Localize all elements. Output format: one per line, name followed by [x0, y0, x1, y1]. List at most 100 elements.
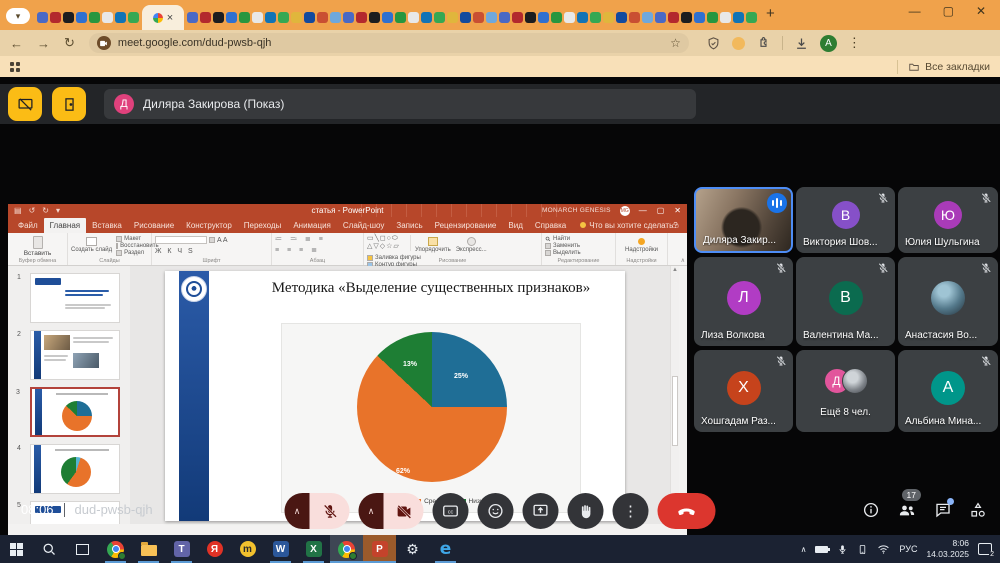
apps-grid-icon[interactable] — [10, 62, 20, 72]
comments-icon[interactable]: ▭ — [671, 221, 679, 230]
redo-icon[interactable]: ↻ — [42, 206, 49, 215]
ppt-tab-6[interactable]: Переходы — [238, 218, 288, 233]
taskbar-task-view-icon[interactable] — [66, 535, 99, 563]
quick-styles-button[interactable]: Экспресс... — [456, 235, 487, 253]
mic-muted-button[interactable] — [310, 493, 350, 529]
slide-thumbnail-3-selected[interactable]: 3 — [30, 387, 120, 437]
collapse-ribbon-icon[interactable]: ∧ — [681, 257, 685, 264]
ppt-tab-2[interactable]: Главная — [44, 218, 86, 233]
ppt-tab-8[interactable]: Слайд-шоу — [337, 218, 390, 233]
pinned-tab[interactable] — [128, 12, 139, 23]
mic-options-chevron[interactable]: ∧ — [285, 493, 310, 529]
taskbar-chrome-meet-icon[interactable] — [330, 535, 363, 563]
pinned-tab[interactable] — [642, 12, 653, 23]
new-slide-button[interactable]: Создать слайд — [71, 235, 112, 253]
participant-tile-3[interactable]: ЮЮлия Шульгина — [898, 187, 998, 253]
pinned-tab[interactable] — [239, 12, 250, 23]
current-slide[interactable]: Методика «Выделение существенных признак… — [165, 271, 625, 521]
more-options-button[interactable]: ⋮ — [613, 493, 649, 529]
profile-avatar[interactable]: A — [820, 35, 837, 52]
pinned-tab[interactable] — [278, 12, 289, 23]
taskbar-settings-icon[interactable]: ⚙ — [396, 535, 429, 563]
layout-button[interactable]: Макет — [116, 236, 148, 242]
ppt-tab-10[interactable]: Рецензирование — [429, 218, 503, 233]
new-tab-button[interactable]: + — [766, 5, 775, 22]
paste-button[interactable]: Вставить — [11, 235, 64, 258]
pinned-tab[interactable] — [681, 12, 692, 23]
pinned-tab[interactable] — [356, 12, 367, 23]
pinned-tab[interactable] — [395, 12, 406, 23]
pie-chart[interactable]: 25% 62% 13% ВысокийСреднийНизкий — [281, 323, 581, 513]
pinned-tab[interactable] — [37, 12, 48, 23]
taskbar-search-icon[interactable] — [33, 535, 66, 563]
raise-hand-button[interactable] — [568, 493, 604, 529]
qat-more-icon[interactable]: ▾ — [56, 206, 60, 215]
pinned-tab[interactable] — [369, 12, 380, 23]
pinned-tab[interactable] — [382, 12, 393, 23]
pinned-tab[interactable] — [317, 12, 328, 23]
taskbar-yandex-browser-icon[interactable]: Я — [198, 535, 231, 563]
chat-button[interactable] — [934, 501, 952, 519]
mic-tray-icon[interactable] — [837, 544, 848, 555]
pinned-tab[interactable] — [50, 12, 61, 23]
pinned-tab[interactable] — [499, 12, 510, 23]
slide-thumbnail-1[interactable]: 1 — [30, 273, 120, 323]
pinned-tab[interactable] — [629, 12, 640, 23]
pinned-tab[interactable] — [200, 12, 211, 23]
pinned-tab[interactable] — [102, 12, 113, 23]
pinned-tab[interactable] — [226, 12, 237, 23]
addins-button[interactable]: Надстройки — [619, 238, 664, 253]
taskbar-start-button[interactable] — [0, 535, 33, 563]
participant-tile-9[interactable]: ААльбина Мина... — [898, 350, 998, 432]
pinned-tab[interactable] — [89, 12, 100, 23]
presenter-pill[interactable]: Д Диляра Закирова (Показ) — [104, 89, 696, 119]
activities-button[interactable] — [969, 501, 987, 519]
taskbar-teams-icon[interactable]: T — [165, 535, 198, 563]
minimize-button[interactable]: — — [909, 4, 921, 18]
taskbar-chrome-profile-icon[interactable] — [99, 535, 132, 563]
battery-icon[interactable] — [815, 546, 828, 553]
pinned-tab[interactable] — [551, 12, 562, 23]
taskbar-excel-icon[interactable]: X — [297, 535, 330, 563]
maximize-button[interactable]: ▢ — [943, 4, 954, 18]
close-button[interactable]: ✕ — [976, 4, 986, 18]
pinned-tab[interactable] — [733, 12, 744, 23]
ppt-minimize-button[interactable]: — — [639, 206, 647, 215]
camera-permission-icon[interactable] — [97, 36, 111, 50]
back-button[interactable]: ← — [10, 36, 23, 51]
participant-tile-8[interactable]: ДЕщё 8 чел. — [796, 350, 895, 432]
tell-me-search[interactable]: Что вы хотите сделать? — [580, 221, 677, 230]
participant-tile-5[interactable]: ВВалентина Ма... — [796, 257, 895, 346]
taskbar-powerpoint-icon[interactable]: P — [363, 535, 396, 563]
camera-off-button[interactable] — [384, 493, 424, 529]
pinned-tab[interactable] — [655, 12, 666, 23]
pinned-tab[interactable] — [668, 12, 679, 23]
pinned-tab[interactable] — [115, 12, 126, 23]
pinned-tab[interactable] — [421, 12, 432, 23]
pinned-tab[interactable] — [603, 12, 614, 23]
pinned-tab[interactable] — [63, 12, 74, 23]
find-button[interactable]: Найти — [545, 236, 612, 242]
url-text[interactable]: meet.google.com/dud-pwsb-qjh — [118, 37, 670, 49]
pinned-tab[interactable] — [460, 12, 471, 23]
pinned-tab[interactable] — [330, 12, 341, 23]
forward-button[interactable]: → — [37, 36, 50, 51]
pinned-tab[interactable] — [720, 12, 731, 23]
pinned-tab[interactable] — [577, 12, 588, 23]
notification-center-icon[interactable]: 2 — [978, 543, 992, 555]
reactions-button[interactable] — [478, 493, 514, 529]
pinned-tab[interactable] — [512, 12, 523, 23]
pinned-tab[interactable] — [590, 12, 601, 23]
pinned-tab[interactable] — [473, 12, 484, 23]
undo-icon[interactable]: ↺ — [29, 206, 36, 215]
pinned-tab[interactable] — [447, 12, 458, 23]
taskbar-monarch-icon[interactable]: m — [231, 535, 264, 563]
camera-options-chevron[interactable]: ∧ — [359, 493, 384, 529]
ppt-tab-7[interactable]: Анимация — [287, 218, 337, 233]
ppt-tab-12[interactable]: Справка — [529, 218, 572, 233]
section-button[interactable]: Раздел — [116, 250, 148, 256]
pinned-tab[interactable] — [213, 12, 224, 23]
bookmark-star-icon[interactable]: ☆ — [670, 36, 681, 50]
browser-menu-icon[interactable]: ⋮ — [848, 35, 861, 51]
tab-close-icon[interactable]: × — [167, 12, 173, 24]
